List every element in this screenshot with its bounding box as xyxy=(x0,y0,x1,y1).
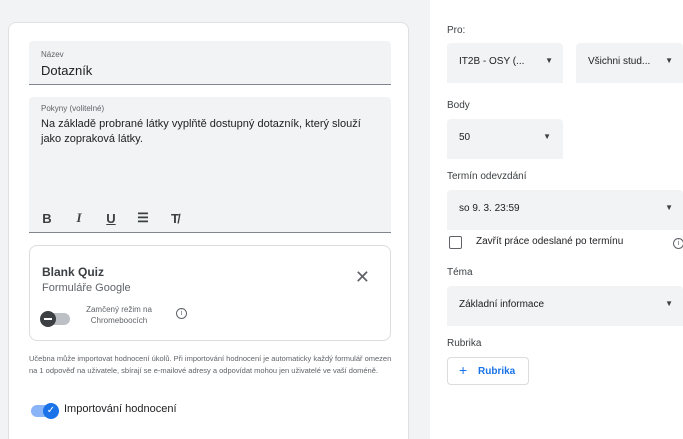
due-dropdown[interactable]: so 9. 3. 23:59 ▼ xyxy=(447,190,683,230)
topic-value: Základní informace xyxy=(459,299,545,310)
info-icon[interactable]: i xyxy=(176,308,187,319)
instructions-field[interactable]: Pokyny (volitelné) Na základě probrané l… xyxy=(29,97,391,233)
attachment-title[interactable]: Blank Quiz xyxy=(42,265,104,279)
dropdown-arrow-icon: ▼ xyxy=(545,56,553,65)
add-rubric-label: Rubrika xyxy=(478,366,516,377)
format-toolbar: B I U ☰ T̸ xyxy=(39,210,183,226)
locked-mode-toggle[interactable] xyxy=(40,311,70,327)
dropdown-arrow-icon: ▼ xyxy=(665,299,673,308)
assignment-form: Název Dotazník Pokyny (volitelné) Na zák… xyxy=(8,22,409,439)
import-note: Učebna může importovat hodnocení úkolů. … xyxy=(29,354,392,375)
clear-format-icon[interactable]: T̸ xyxy=(167,211,183,226)
import-grades-toggle[interactable]: ✓ xyxy=(31,403,59,419)
topic-label: Téma xyxy=(447,267,473,278)
title-input[interactable]: Dotazník xyxy=(41,63,92,78)
dropdown-arrow-icon: ▼ xyxy=(665,203,673,212)
attachment-card[interactable]: Blank Quiz Formuláře Google ✕ Zamčený re… xyxy=(29,245,391,341)
due-value: so 9. 3. 23:59 xyxy=(459,203,520,214)
points-dropdown[interactable]: 50 ▼ xyxy=(447,119,563,159)
instructions-input[interactable]: Na základě probrané látky vyplňtě dostup… xyxy=(41,117,371,147)
class-value: IT2B - OSY (... xyxy=(459,56,525,67)
dropdown-arrow-icon: ▼ xyxy=(665,56,673,65)
add-rubric-button[interactable]: + Rubrika xyxy=(447,357,529,385)
title-field[interactable]: Název Dotazník xyxy=(29,41,391,85)
dropdown-arrow-icon: ▼ xyxy=(543,132,551,141)
import-grades-label: Importování hodnocení xyxy=(64,403,177,415)
toggle-knob xyxy=(40,311,56,327)
points-label: Body xyxy=(447,100,470,111)
instructions-label: Pokyny (volitelné) xyxy=(41,104,105,113)
italic-icon[interactable]: I xyxy=(71,210,87,226)
check-icon: ✓ xyxy=(43,403,59,419)
plus-icon: + xyxy=(459,362,468,378)
students-value: Všichni stud... xyxy=(588,56,651,67)
students-dropdown[interactable]: Všichni stud... ▼ xyxy=(576,43,683,83)
info-icon[interactable]: i xyxy=(673,238,683,249)
locked-mode-label: Zamčený režim na Chromeboocích xyxy=(86,305,152,325)
rubric-label: Rubrika xyxy=(447,338,482,349)
for-label: Pro: xyxy=(447,25,466,36)
close-late-label: Zavřít práce odeslané po termínu xyxy=(476,236,624,247)
points-value: 50 xyxy=(459,132,471,143)
due-label: Termín odevzdání xyxy=(447,171,527,182)
topic-dropdown[interactable]: Základní informace ▼ xyxy=(447,286,683,326)
attachment-subtitle: Formuláře Google xyxy=(42,282,131,294)
bold-icon[interactable]: B xyxy=(39,211,55,226)
underline-icon[interactable]: U xyxy=(103,211,119,226)
close-icon[interactable]: ✕ xyxy=(355,268,370,286)
close-late-checkbox[interactable] xyxy=(449,236,462,249)
class-dropdown[interactable]: IT2B - OSY (... ▼ xyxy=(447,43,563,83)
list-icon[interactable]: ☰ xyxy=(135,210,151,226)
title-label: Název xyxy=(41,50,64,59)
